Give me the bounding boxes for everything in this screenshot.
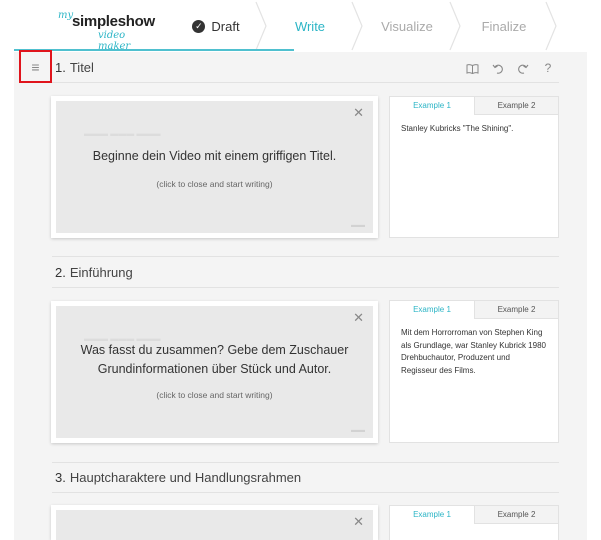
step-visualize[interactable]: Visualize [358,0,456,52]
examples-panel-1: Example 1 Example 2 Stanley Kubricks "Th… [389,96,559,238]
divider [52,82,559,83]
workflow-steps: ✓ Draft Write Visualize Finalize [170,0,601,52]
step-draft[interactable]: ✓ Draft [170,0,262,52]
prompt-hint: (click to close and start writing) [156,179,273,189]
placeholder-ghost-text: ▬▬▬ ▬▬▬ ▬▬▬ [84,129,161,138]
app-page: my simpleshow video maker ✓ Draft Write … [0,0,601,540]
logo-name: simpleshow [72,13,155,30]
step-write[interactable]: Write [262,0,358,52]
section-number: 1. [55,60,66,75]
divider [52,492,559,493]
menu-button[interactable]: ≡ [19,50,52,83]
divider [52,462,559,463]
section-title-text: Titel [69,60,94,75]
close-icon[interactable]: ✕ [353,514,364,530]
step-write-label: Write [294,18,326,34]
char-counter: ▬▬ [351,222,365,229]
prompt-heading-line-1: Was fasst du zusammen? Gebe dem Zuschaue… [80,343,349,357]
step-visualize-label: Visualize [381,18,433,34]
progress-line [14,49,294,51]
logo[interactable]: my simpleshow video maker [58,10,158,52]
examples-panel-3: Example 1 Example 2 [389,505,559,540]
hamburger-icon: ≡ [31,58,40,75]
prompt-hint: (click to close and start writing) [156,390,273,400]
tab-example-1[interactable]: Example 1 [390,97,474,115]
prompt-area[interactable]: ✕ ▬▬▬ ▬▬▬ ▬▬▬ Was fasst du zusammen? Geb… [56,306,373,438]
editor-toolbar: ? [466,60,556,76]
step-finalize[interactable]: Finalize [456,0,552,52]
divider [52,256,559,257]
help-icon[interactable]: ? [542,61,554,75]
close-icon[interactable]: ✕ [353,105,364,121]
section-title-text: Einführung [69,265,133,280]
examples-panel-2: Example 1 Example 2 Mit dem Horrorroman … [389,300,559,443]
redo-icon[interactable] [517,63,529,74]
top-bar: my simpleshow video maker ✓ Draft Write … [0,0,601,52]
prompt-heading-line-2: Grundinformationen über Stück und Autor. [97,362,332,376]
example-tabs: Example 1 Example 2 [390,97,558,115]
writing-prompt-card-2[interactable]: ✕ ▬▬▬ ▬▬▬ ▬▬▬ Was fasst du zusammen? Geb… [51,301,378,443]
char-counter: ▬▬ [351,427,365,434]
divider [52,287,559,288]
close-icon[interactable]: ✕ [353,310,364,326]
tab-example-2[interactable]: Example 2 [474,506,558,524]
section-title-3: 3. Hauptcharaktere und Handlungsrahmen [55,470,301,485]
step-finalize-label: Finalize [481,18,527,34]
tab-example-2[interactable]: Example 2 [474,97,558,115]
example-tabs: Example 1 Example 2 [390,506,558,524]
section-title-text: Hauptcharaktere und Handlungsrahmen [69,470,302,485]
prompt-area[interactable]: ✕ ▬▬▬ ▬▬▬ ▬▬▬ Beginne dein Video mit ein… [56,101,373,233]
prompt-area[interactable]: ✕ [56,510,373,540]
tab-example-1[interactable]: Example 1 [390,301,474,319]
book-icon[interactable] [466,63,479,74]
tab-example-1[interactable]: Example 1 [390,506,474,524]
writing-prompt-card-3[interactable]: ✕ [51,505,378,540]
section-title-1: 1. Titel [55,60,94,75]
section-number: 3. [55,470,66,485]
prompt-heading: Beginne dein Video mit einem griffigen T… [92,149,337,163]
example-tabs: Example 1 Example 2 [390,301,558,319]
undo-icon[interactable] [492,63,504,74]
tab-example-2[interactable]: Example 2 [474,301,558,319]
section-title-2: 2. Einführung [55,265,133,280]
section-number: 2. [55,265,66,280]
writing-prompt-card-1[interactable]: ✕ ▬▬▬ ▬▬▬ ▬▬▬ Beginne dein Video mit ein… [51,96,378,238]
example-text: Mit dem Horrorroman von Stephen King als… [401,328,546,375]
check-circle-icon: ✓ [192,19,206,33]
example-text: Stanley Kubricks "The Shining". [401,124,514,133]
logo-prefix: my [58,10,74,21]
step-draft-label: Draft [211,18,240,34]
